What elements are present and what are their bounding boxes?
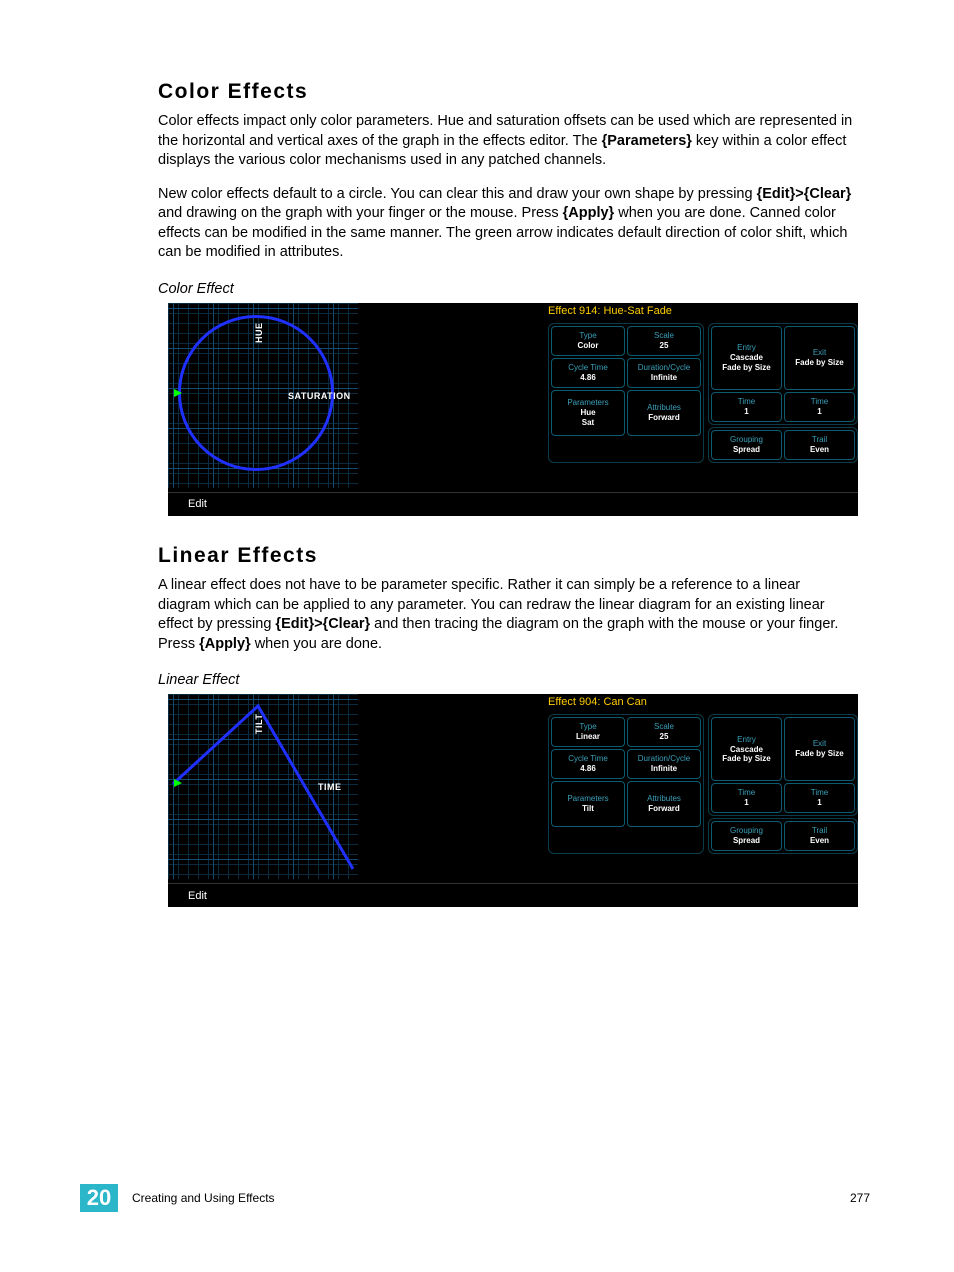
time-exit-cell[interactable]: Time1 xyxy=(784,783,855,813)
edit-button[interactable]: Edit xyxy=(188,498,207,510)
direction-arrow-icon xyxy=(174,779,182,787)
color-effects-p1: Color effects impact only color paramete… xyxy=(158,112,856,171)
linear-effects-heading: Linear Effects xyxy=(158,544,856,568)
page-number: 277 xyxy=(850,1191,870,1205)
chapter-title: Creating and Using Effects xyxy=(132,1191,850,1205)
time-exit-cell[interactable]: Time1 xyxy=(784,392,855,422)
color-effect-panel: HUE SATURATION Effect 914: Hue-Sat Fade … xyxy=(168,303,858,516)
time-entry-cell[interactable]: Time1 xyxy=(711,392,782,422)
cycle-time-cell[interactable]: Cycle Time4.86 xyxy=(551,358,625,388)
time-entry-cell[interactable]: Time1 xyxy=(711,783,782,813)
parameters-cell[interactable]: ParametersHue Sat xyxy=(551,390,625,436)
exit-cell[interactable]: ExitFade by Size xyxy=(784,717,855,781)
entry-cell[interactable]: EntryCascade Fade by Size xyxy=(711,717,782,781)
chapter-number: 20 xyxy=(80,1184,118,1212)
exit-cell[interactable]: ExitFade by Size xyxy=(784,326,855,390)
linear-effects-p1: A linear effect does not have to be para… xyxy=(158,576,856,654)
color-effects-p2: New color effects default to a circle. Y… xyxy=(158,185,856,263)
effect-title: Effect 904: Can Can xyxy=(548,696,858,708)
color-effect-graph[interactable]: HUE SATURATION xyxy=(168,303,358,488)
linear-effect-caption: Linear Effect xyxy=(158,672,856,688)
trail-cell[interactable]: TrailEven xyxy=(784,821,855,851)
color-effects-heading: Color Effects xyxy=(158,80,856,104)
edit-button[interactable]: Edit xyxy=(188,890,207,902)
cycle-time-cell[interactable]: Cycle Time4.86 xyxy=(551,749,625,779)
attributes-cell[interactable]: AttributesForward xyxy=(627,781,701,827)
grouping-cell[interactable]: GroupingSpread xyxy=(711,430,782,460)
trail-cell[interactable]: TrailEven xyxy=(784,430,855,460)
parameters-cell[interactable]: ParametersTilt xyxy=(551,781,625,827)
grouping-cell[interactable]: GroupingSpread xyxy=(711,821,782,851)
y-axis-label: HUE xyxy=(254,322,264,343)
x-axis-label: SATURATION xyxy=(288,391,351,401)
duration-cell[interactable]: Duration/CycleInfinite xyxy=(627,358,701,388)
type-cell[interactable]: TypeColor xyxy=(551,326,625,356)
scale-cell[interactable]: Scale25 xyxy=(627,717,701,747)
x-axis-label: TIME xyxy=(318,782,342,792)
color-effect-caption: Color Effect xyxy=(158,281,856,297)
direction-arrow-icon xyxy=(174,389,182,397)
type-cell[interactable]: TypeLinear xyxy=(551,717,625,747)
linear-effect-panel: TILT TIME Effect 904: Can Can TypeLinear… xyxy=(168,694,858,907)
linear-effect-graph[interactable]: TILT TIME xyxy=(168,694,358,879)
scale-cell[interactable]: Scale25 xyxy=(627,326,701,356)
y-axis-label: TILT xyxy=(254,714,264,734)
attributes-cell[interactable]: AttributesForward xyxy=(627,390,701,436)
effect-title: Effect 914: Hue-Sat Fade xyxy=(548,305,858,317)
duration-cell[interactable]: Duration/CycleInfinite xyxy=(627,749,701,779)
entry-cell[interactable]: EntryCascade Fade by Size xyxy=(711,326,782,390)
